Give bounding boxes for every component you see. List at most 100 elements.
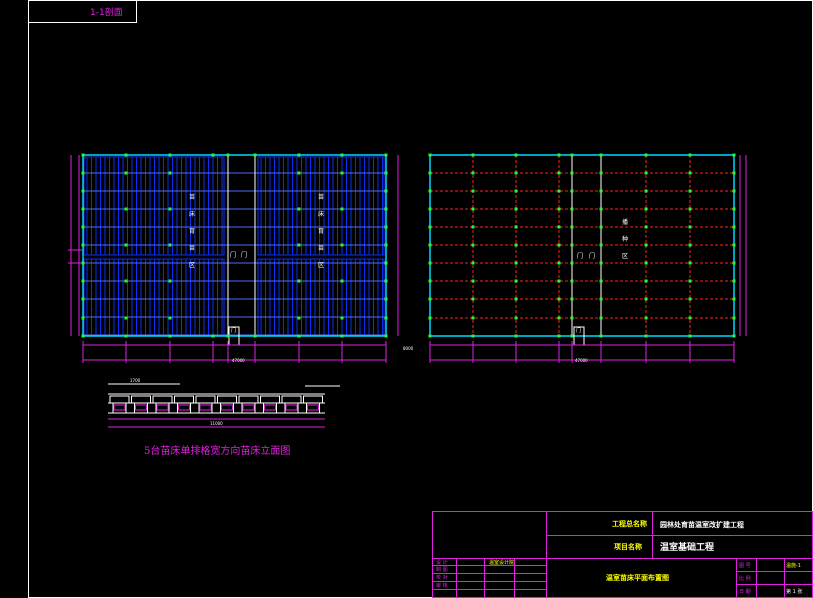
column-node xyxy=(688,207,692,211)
column-node xyxy=(732,316,736,320)
column-node xyxy=(688,153,692,157)
column-node xyxy=(297,279,301,283)
column-node xyxy=(384,225,388,229)
project-value: 温室基础工程 xyxy=(660,541,714,553)
column-node xyxy=(428,189,432,193)
column-node xyxy=(340,334,344,338)
column-node xyxy=(599,243,603,247)
column-node xyxy=(570,243,574,247)
row-label-1: 设 计 xyxy=(436,559,448,566)
column-node xyxy=(471,334,475,338)
dimension-box xyxy=(242,404,255,411)
column-node xyxy=(514,297,518,301)
column-node xyxy=(557,243,561,247)
column-node xyxy=(557,261,561,265)
column-node xyxy=(81,189,85,193)
column-node xyxy=(644,189,648,193)
column-node xyxy=(599,207,603,211)
dimension-box xyxy=(285,404,298,411)
project-general-label: 工程总名称 xyxy=(612,519,647,528)
zone-label-char: 苗 xyxy=(318,244,324,252)
column-node xyxy=(557,334,561,338)
bed-unit xyxy=(217,395,237,404)
column-node xyxy=(297,334,301,338)
column-node xyxy=(732,243,736,247)
column-node xyxy=(732,279,736,283)
column-node xyxy=(557,316,561,320)
column-node xyxy=(471,189,475,193)
column-node xyxy=(557,189,561,193)
column-node xyxy=(81,279,85,283)
column-node xyxy=(557,207,561,211)
column-node xyxy=(384,243,388,247)
column-node xyxy=(570,279,574,283)
zone-label-char: 苗 xyxy=(318,193,324,201)
zone-label-char: 区 xyxy=(189,262,195,269)
seedbed-block xyxy=(257,156,385,256)
column-node xyxy=(599,153,603,157)
column-node xyxy=(428,153,432,157)
column-node xyxy=(644,243,648,247)
column-node xyxy=(599,279,603,283)
column-node xyxy=(168,171,172,175)
column-node xyxy=(297,207,301,211)
column-node xyxy=(688,171,692,175)
column-node xyxy=(226,334,230,338)
column-node xyxy=(471,171,475,175)
column-node xyxy=(688,243,692,247)
zone-label-char: 苗 xyxy=(189,193,195,201)
bed-elevation-view: 1700 11000 xyxy=(108,378,340,428)
column-node xyxy=(124,171,128,175)
column-node xyxy=(644,207,648,211)
column-node xyxy=(688,189,692,193)
column-node xyxy=(557,279,561,283)
bed-unit xyxy=(195,395,216,404)
column-node xyxy=(428,297,432,301)
zone-label-char: 苗 xyxy=(189,244,195,252)
zone-label-char: 播 xyxy=(622,218,628,226)
column-node xyxy=(428,171,432,175)
column-node xyxy=(471,316,475,320)
column-node xyxy=(570,189,574,193)
column-node xyxy=(570,225,574,229)
column-node xyxy=(253,334,257,338)
column-node xyxy=(384,261,388,265)
column-node xyxy=(570,297,574,301)
column-node xyxy=(557,171,561,175)
drawing-no: 温施-1 xyxy=(786,562,801,569)
bed-unit xyxy=(152,395,173,404)
column-node xyxy=(599,316,603,320)
project-general-value: 园林处育苗温室改扩建工程 xyxy=(660,520,744,529)
project-label: 项目名称 xyxy=(614,542,642,551)
dimension-box xyxy=(113,404,126,411)
column-node xyxy=(514,225,518,229)
column-node xyxy=(688,316,692,320)
column-node xyxy=(644,261,648,265)
column-node xyxy=(340,243,344,247)
column-node xyxy=(471,297,475,301)
door-small-label: 门 xyxy=(576,327,581,334)
column-node xyxy=(168,334,172,338)
left-floor-plan: 门苗床育苗区苗床育苗区门 门47000 xyxy=(68,153,399,363)
row-label-4: 审 核 xyxy=(436,582,448,589)
dimension-box xyxy=(135,404,147,411)
seedbed-block xyxy=(257,258,385,336)
column-node xyxy=(732,189,736,193)
door-label: 门 xyxy=(577,252,583,260)
column-node xyxy=(557,225,561,229)
column-node xyxy=(514,153,518,157)
door-small-label: 门 xyxy=(231,327,236,334)
bed-unit xyxy=(303,395,323,404)
column-node xyxy=(384,316,388,320)
column-node xyxy=(599,261,603,265)
row-label-2: 制 图 xyxy=(436,566,448,573)
column-node xyxy=(644,334,648,338)
column-node xyxy=(644,316,648,320)
column-node xyxy=(168,243,172,247)
column-node xyxy=(297,316,301,320)
column-node xyxy=(732,171,736,175)
column-node xyxy=(570,316,574,320)
column-node xyxy=(570,261,574,265)
cad-drawing-canvas: 1-1剖面 门苗床育苗区苗床育苗区门 门47000 门播种区门 门47000 800… xyxy=(28,0,813,598)
column-node xyxy=(340,316,344,320)
